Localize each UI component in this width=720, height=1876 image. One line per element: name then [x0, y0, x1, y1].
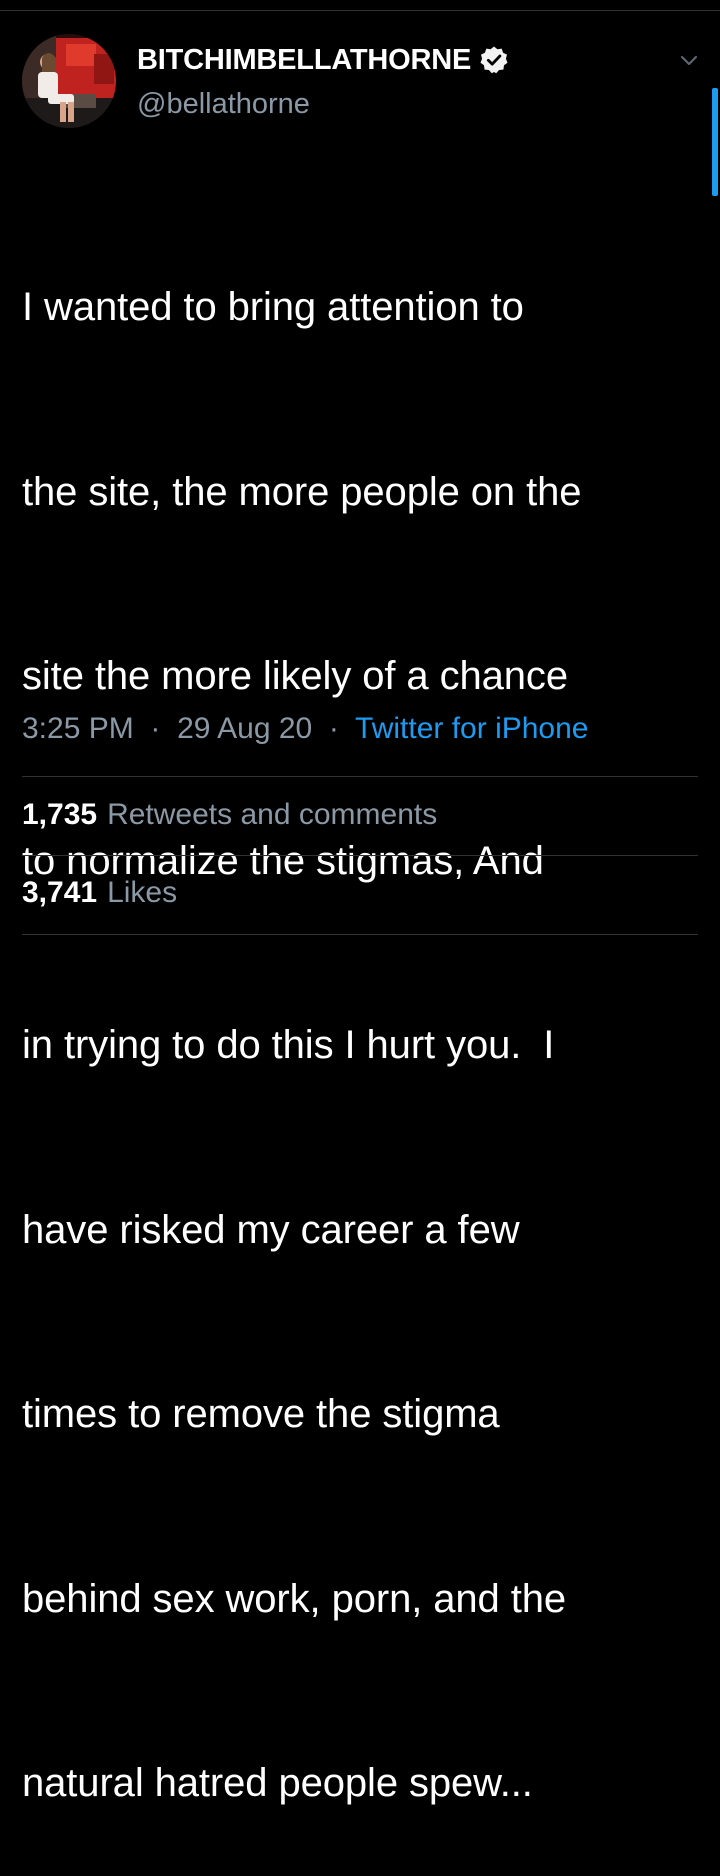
- retweets-label: Retweets and comments: [107, 798, 438, 831]
- tweet-text-line: the site, the more people on the: [22, 469, 582, 514]
- meta-separator: ·: [320, 712, 348, 745]
- display-name[interactable]: BITCHIMBELLATHORNE: [137, 44, 471, 77]
- verified-badge-icon: [479, 45, 509, 75]
- author-name-row[interactable]: BITCHIMBELLATHORNE: [137, 40, 509, 80]
- scrollbar-thumb[interactable]: [712, 88, 718, 196]
- tweet-text-line: behind sex work, porn, and the: [22, 1576, 567, 1621]
- chevron-down-icon[interactable]: [676, 50, 702, 72]
- tweet-text-line: site the more likely of a chance: [22, 654, 568, 698]
- tweet-source-link[interactable]: Twitter for iPhone: [355, 712, 588, 745]
- avatar[interactable]: [22, 34, 116, 128]
- tweet-date[interactable]: 29 Aug 20: [177, 712, 312, 745]
- divider: [22, 776, 698, 777]
- retweets-count: 1,735: [22, 798, 98, 831]
- top-divider: [0, 10, 720, 11]
- divider: [22, 855, 698, 856]
- tweet-text-line: have risked my career a few: [22, 1207, 520, 1252]
- tweet-meta: 3:25 PM · 29 Aug 20 · Twitter for iPhone: [22, 712, 588, 746]
- tweet-text: I wanted to bring attention to the site,…: [22, 154, 706, 1876]
- meta-separator: ·: [142, 712, 169, 745]
- divider: [22, 934, 698, 935]
- avatar-image: [22, 34, 116, 128]
- retweets-stat[interactable]: 1,735 Retweets and comments: [22, 798, 437, 832]
- user-handle[interactable]: @bellathorne: [137, 88, 310, 121]
- likes-stat[interactable]: 3,741 Likes: [22, 876, 177, 910]
- tweet-text-line: in trying to do this I hurt you. I: [22, 1023, 555, 1067]
- likes-count: 3,741: [22, 876, 98, 909]
- likes-label: Likes: [107, 876, 178, 909]
- tweet-text-line: natural hatred people spew...: [22, 1761, 533, 1805]
- tweet-text-line: I wanted to bring attention to: [22, 285, 524, 329]
- tweet-time[interactable]: 3:25 PM: [22, 712, 134, 745]
- tweet-text-line: times to remove the stigma: [22, 1392, 500, 1436]
